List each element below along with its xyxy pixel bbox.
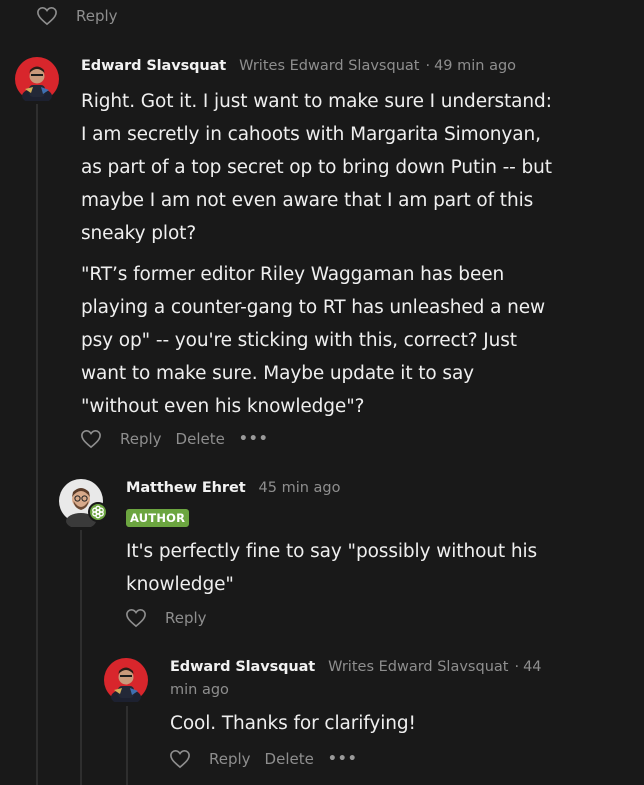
top-comment-actions: Reply [36,6,132,26]
reply-button[interactable]: Reply [76,7,118,25]
heart-icon[interactable] [80,429,102,449]
avatar-image [104,658,148,702]
more-options-icon[interactable]: ••• [328,751,358,767]
avatar[interactable] [104,658,148,702]
timestamp[interactable]: 49 min ago [434,58,516,74]
comment-paragraph: "RT’s former editor Riley Waggaman has b… [81,264,546,417]
author-name[interactable]: Edward Slavsquat [170,659,315,675]
reply-button[interactable]: Reply [209,750,251,768]
comment-actions: Reply [125,608,221,628]
reply-button[interactable]: Reply [120,430,162,448]
heart-icon[interactable] [169,749,191,769]
avatar-image [59,479,107,527]
avatar[interactable] [15,57,59,101]
thread-line [126,706,128,785]
reply-button[interactable]: Reply [165,609,207,627]
more-options-icon[interactable]: ••• [239,431,269,447]
comment-header: Edward Slavsquat Writes Edward Slavsquat… [81,58,516,74]
timestamp[interactable]: 44 [523,659,541,675]
delete-button[interactable]: Delete [176,430,225,448]
comment-header: Matthew Ehret 45 min ago [126,480,341,496]
avatar[interactable] [59,479,107,527]
author-byline[interactable]: Writes Edward Slavsquat [239,58,419,74]
comment-paragraph: Right. Got it. I just want to make sure … [81,91,552,244]
comment-thread: Reply Edward Slavsquat Writes Edward Sla… [0,0,644,785]
separator: · [514,659,520,675]
delete-button[interactable]: Delete [265,750,314,768]
author-byline[interactable]: Writes Edward Slavsquat [328,659,508,675]
separator: · [425,58,431,74]
heart-icon[interactable] [125,608,147,628]
comment-header: Edward Slavsquat Writes Edward Slavsquat… [170,659,550,675]
author-badge: AUTHOR [126,509,190,527]
avatar-image [15,57,59,101]
comment-paragraph: Cool. Thanks for clarifying! [170,713,416,734]
comment-actions: Reply Delete ••• [169,749,358,769]
author-name[interactable]: Edward Slavsquat [81,58,226,74]
comment-paragraph: It's perfectly fine to say "possibly wit… [126,541,538,595]
heart-icon[interactable] [36,6,58,26]
timestamp[interactable]: 45 min ago [259,480,341,496]
thread-line [36,104,38,785]
thread-line [80,530,82,785]
comment-actions: Reply Delete ••• [80,429,269,449]
timestamp-continued[interactable]: min ago [170,682,229,698]
author-name[interactable]: Matthew Ehret [126,480,246,496]
